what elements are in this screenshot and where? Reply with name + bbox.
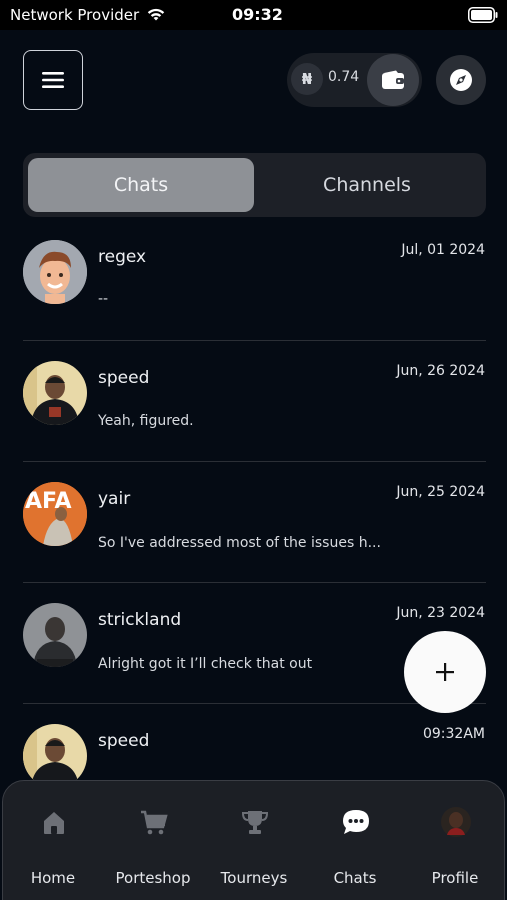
tab-channels[interactable]: Channels: [254, 158, 480, 212]
naira-icon: ₦: [291, 63, 323, 95]
compass-icon: [450, 69, 472, 91]
chat-date: Jun, 26 2024: [396, 363, 485, 379]
nav-item-tourneys[interactable]: Tourneys: [204, 781, 304, 900]
divider: [23, 340, 486, 341]
chat-preview: Yeah, figured.: [98, 413, 194, 429]
photo-avatar: [23, 724, 87, 788]
nav-label: Profile: [431, 869, 479, 887]
divider: [23, 703, 486, 704]
nav-item-chats[interactable]: Chats: [305, 781, 405, 900]
status-time: 09:32: [232, 5, 283, 24]
nav-label: Tourneys: [220, 869, 288, 887]
profile-avatar: [441, 807, 471, 837]
photo-avatar: [23, 603, 87, 667]
divider: [23, 461, 486, 462]
avatar: [23, 240, 87, 304]
carrier-name: Network Provider: [10, 6, 140, 24]
tab-switcher: Chats Channels: [23, 153, 486, 217]
chat-bubble-icon: [343, 810, 369, 834]
avatar: [23, 361, 87, 425]
status-bar: Network Provider 09:32: [0, 0, 507, 30]
chat-name: speed: [98, 368, 150, 388]
chat-date: 09:32AM: [422, 726, 485, 742]
chat-row-speed[interactable]: speed Yeah, figured. Jun, 26 2024: [0, 340, 507, 460]
chat-name: strickland: [98, 610, 182, 630]
chat-row-yair[interactable]: AFA yair So I've addressed most of the i…: [0, 461, 507, 581]
wallet-button[interactable]: [367, 54, 419, 106]
avatar: [23, 724, 87, 788]
chat-name: speed: [98, 731, 150, 751]
chat-date: Jul, 01 2024: [401, 242, 485, 258]
chat-row-regex[interactable]: regex -- Jul, 01 2024: [0, 220, 507, 340]
chat-date: Jun, 23 2024: [396, 605, 485, 621]
explore-button[interactable]: [436, 55, 486, 105]
avatar: AFA: [23, 482, 87, 546]
plus-icon: [436, 663, 454, 681]
nav-item-home[interactable]: Home: [3, 781, 103, 900]
nav-item-profile[interactable]: Profile: [405, 781, 505, 900]
tab-chats[interactable]: Chats: [28, 158, 254, 212]
chat-preview: --: [98, 291, 109, 307]
wallet-balance: 0.74: [328, 69, 360, 85]
trophy-icon: [241, 811, 269, 834]
hamburger-icon: [42, 72, 64, 88]
new-chat-button[interactable]: [404, 631, 486, 713]
chat-name: regex: [98, 247, 147, 267]
wifi-icon: [147, 8, 165, 21]
chat-date: Jun, 25 2024: [396, 484, 485, 500]
nav-label: Chats: [333, 869, 377, 887]
chat-preview: So I've addressed most of the issues h..…: [98, 535, 381, 551]
divider: [23, 582, 486, 583]
avatar: [23, 603, 87, 667]
bottom-nav: Home Porteshop Tourneys Chats Profile: [2, 780, 505, 900]
menu-button[interactable]: [23, 50, 83, 110]
wallet-pill[interactable]: ₦ 0.74: [287, 53, 422, 107]
nav-label: Home: [30, 869, 76, 887]
nav-label: Porteshop: [115, 869, 191, 887]
home-icon: [44, 812, 64, 834]
photo-avatar: [23, 361, 87, 425]
cart-icon: [141, 810, 168, 835]
memoji-avatar: [23, 240, 87, 304]
chat-name: yair: [98, 489, 131, 509]
nav-item-porteshop[interactable]: Porteshop: [103, 781, 203, 900]
photo-avatar: AFA: [23, 482, 87, 546]
battery-icon: [468, 7, 498, 23]
chat-preview: Alright got it I’ll check that out: [98, 656, 313, 672]
wallet-icon: [382, 70, 404, 89]
